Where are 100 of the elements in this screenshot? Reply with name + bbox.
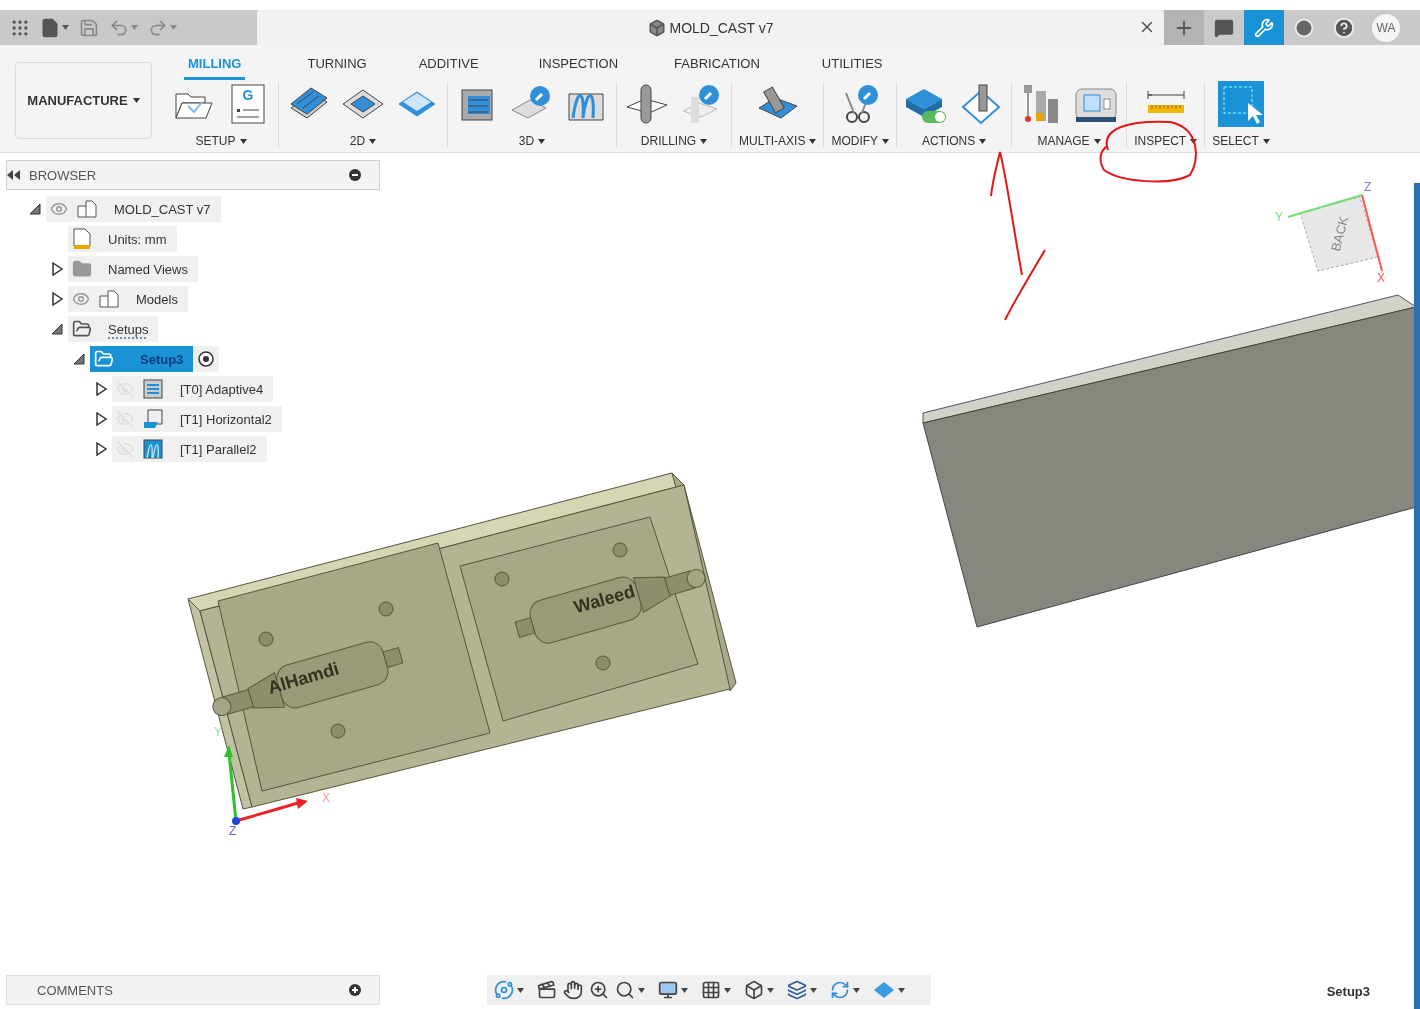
g-letter: G [241,87,255,103]
caret-icon [131,25,138,30]
caret-icon [1093,138,1101,144]
tree-item[interactable]: MOLD_CAST v7 [46,196,221,222]
save-icon [79,17,99,38]
open-folder-icon [94,349,114,369]
redo-icon [148,17,168,38]
flat-surface-icon [142,408,164,430]
caret-icon [898,987,905,993]
document-tab[interactable]: MOLD_CAST v7 [257,10,1164,45]
drill-icon[interactable] [624,82,670,126]
ribbon-tab[interactable]: FABRICATION [670,56,764,80]
group-menu-button[interactable]: MODIFY [831,134,890,148]
cube-icon [744,980,764,1000]
axis-label: Z [229,824,237,838]
caret-icon [767,987,774,993]
caret-icon [62,25,69,30]
cube-icon [647,18,666,37]
caret-icon [369,138,377,144]
caret-icon [239,138,247,144]
engraved-text: Waleed [571,581,638,618]
component-icon [76,198,98,220]
caret-icon [724,987,731,993]
orbit-icon [494,980,514,1000]
tree-item[interactable]: [T0] Adaptive4 [112,376,274,402]
caret-icon [700,138,708,144]
caret-icon [638,987,645,993]
collapsed-triangle-icon [95,442,107,456]
group-menu-button[interactable]: MULTI-AXIS [739,134,817,148]
ribbon-tab[interactable]: UTILITIES [817,56,887,80]
display-icon [658,980,678,1000]
ribbon-tab[interactable]: TURNING [303,56,371,80]
tree-item[interactable]: Units: mm [68,226,177,252]
collapsed-triangle-icon [95,382,107,396]
caret-icon [170,25,177,30]
wrench-button[interactable] [1244,10,1284,45]
add-comment-icon[interactable] [349,984,361,996]
refresh-icon [830,980,850,1000]
open-folder-icon [72,319,92,339]
undo-icon [109,17,129,38]
group-menu-button[interactable]: SELECT [1212,134,1270,148]
help-icon [1333,16,1355,39]
caret-icon [810,987,817,993]
select-box-icon[interactable] [1218,82,1264,126]
workspace-menu-button[interactable]: MANUFACTURE [15,62,152,139]
axis-label: Y [1275,210,1283,224]
minimize-icon[interactable] [349,169,361,181]
user-avatar[interactable]: WA [1372,13,1400,42]
caret-icon [853,987,860,993]
comments-title: COMMENTS [37,982,113,998]
group-menu-button[interactable]: INSPECT [1134,134,1198,148]
active-setup-label: Setup3 [1326,984,1370,999]
group-menu-button[interactable]: MANAGE [1037,134,1101,148]
group-menu-button[interactable]: DRILLING [640,134,708,148]
tree-item[interactable]: Models [68,286,188,312]
caret-icon [979,138,987,144]
expanded-triangle-icon [28,202,42,216]
collapsed-triangle-icon [51,262,63,276]
pan-icon [563,980,583,1000]
caret-icon [1190,138,1198,144]
grid-icon [701,980,721,1000]
expanded-triangle-icon [50,322,64,336]
caret-icon [1262,138,1270,144]
axis-label: Y [214,725,222,739]
diamond-icon [873,981,895,999]
radio-icon[interactable] [197,350,216,368]
caret-icon [132,98,140,103]
wrench-icon [1254,17,1274,38]
layers-icon [787,980,807,1000]
new-tab-button[interactable] [1164,10,1204,45]
ribbon-tab[interactable]: INSPECTION [534,56,623,80]
tree-item[interactable]: [T1] Horizontal2 [112,406,282,432]
caret-icon [517,987,524,993]
caret-icon [882,138,890,144]
speech-bubble-icon [1214,17,1234,38]
caret-icon [809,138,817,144]
tree-item[interactable]: Setups [68,316,159,342]
axis-label: X [1377,271,1385,285]
caret-icon [681,987,688,993]
axis-label: Z [1364,180,1372,194]
zoom-window-icon [615,980,635,1000]
look-at-icon [537,980,557,1000]
tree-item[interactable]: [T1] Parallel2 [112,436,267,462]
zoom-icon [589,980,609,1000]
group-menu-button[interactable]: 3D [518,134,546,148]
axis-label: X [322,791,330,805]
document-icon [72,228,92,250]
caret-icon [538,138,546,144]
collapsed-triangle-icon [51,292,63,306]
collapse-icon[interactable] [7,170,21,180]
file-menu-button[interactable] [40,17,69,38]
ribbon-tab[interactable]: ADDITIVE [414,56,483,80]
group-menu-button[interactable]: ACTIONS [921,134,987,148]
view-cube-face-label: BACK [1327,214,1352,253]
tree-item[interactable]: Named Views [68,256,198,282]
group-menu-button[interactable]: SETUP [195,134,247,148]
group-menu-button[interactable]: 2D [349,134,377,148]
layers-operation-icon [142,378,164,400]
browser-title: BROWSER [29,167,97,183]
file-icon [40,17,60,38]
